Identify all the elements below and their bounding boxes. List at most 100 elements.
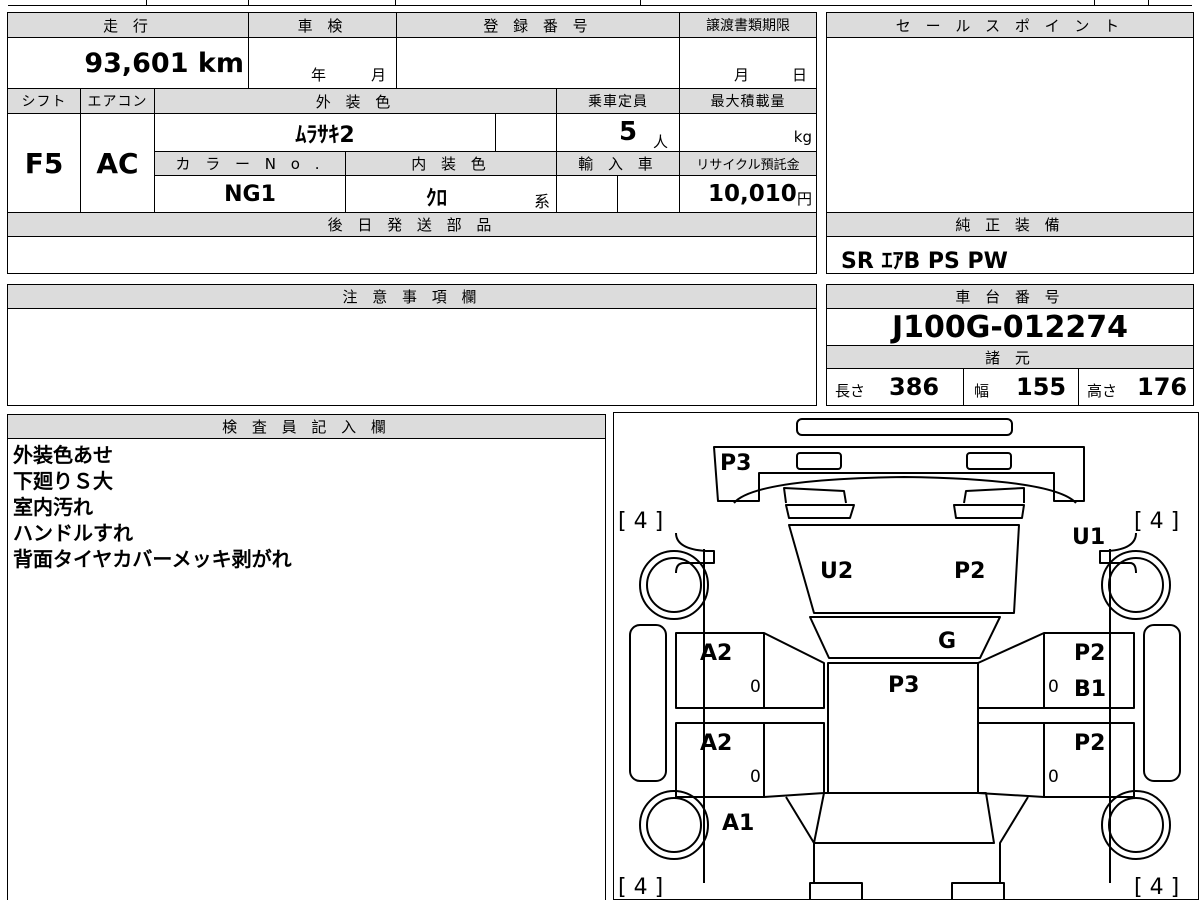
mark-left-rear-door: A2 xyxy=(700,641,733,666)
recycle-fee-value: 10,010 xyxy=(708,181,797,207)
color-no-value-cell: NG1 xyxy=(154,175,346,213)
mark-glass: G xyxy=(938,629,957,654)
exterior-color-value-cell: ﾑﾗｻｷ2 xyxy=(154,113,496,152)
right-rear-tire xyxy=(1101,550,1171,620)
recycle-fee-header: リサイクル預託金 xyxy=(679,151,817,176)
mark-right-rear-door-sub: 0 xyxy=(1048,677,1059,697)
mark-hood-center: P3 xyxy=(888,673,920,698)
top-cutoff-row xyxy=(8,0,1192,6)
max-load-unit: kg xyxy=(793,128,812,146)
tire-count-rear-left: [ 4 ] xyxy=(618,509,664,534)
ac-value: AC xyxy=(96,146,139,180)
import-value-cell-2 xyxy=(617,175,680,213)
inspector-notes-cell: 外装色あせ 下廻りＳ大 室内汚れ ハンドルすれ 背面タイヤカバーメッキ剥がれ xyxy=(7,438,606,900)
right-step-bar xyxy=(1143,624,1181,782)
chassis-number-value-cell: J100G-012274 xyxy=(826,308,1194,346)
tire-count-front-left: [ 4 ] xyxy=(618,875,664,900)
tire-count-rear-right: [ 4 ] xyxy=(1134,509,1180,534)
mark-right-rear-fender: U1 xyxy=(1072,525,1106,550)
max-load-value-cell: kg xyxy=(679,113,817,152)
interior-color-value: ｸﾛ xyxy=(426,186,447,210)
inspection-header: 車 検 xyxy=(248,12,397,38)
shift-header: シフト xyxy=(7,88,81,114)
import-value-cell-1 xyxy=(556,175,618,213)
transfer-month-unit: 月 xyxy=(734,66,750,84)
registration-value-cell xyxy=(396,37,680,89)
mileage-header: 走 行 xyxy=(7,12,249,38)
genuine-equipment-value: SR ｴｱB PS PW xyxy=(841,249,1008,274)
notes-value-cell xyxy=(7,308,817,406)
tire-count-front-right: [ 4 ] xyxy=(1134,875,1180,900)
rear-glass-right2 xyxy=(953,504,1025,519)
inspector-note: ハンドルすれ xyxy=(13,521,133,545)
vehicle-damage-diagram: [ 4 ] [ 4 ] [ 4 ] [ 4 ] P3 U2 P2 U1 G A2… xyxy=(613,412,1199,900)
front-lamp-right xyxy=(951,882,1005,899)
mark-roof-left: U2 xyxy=(820,559,854,584)
transfer-day-unit: 日 xyxy=(792,66,808,84)
inspection-year-unit: 年 xyxy=(311,66,327,84)
ac-header: エアコン xyxy=(80,88,155,114)
import-header: 輸 入 車 xyxy=(556,151,680,176)
chassis-number-value: J100G-012274 xyxy=(891,309,1129,345)
capacity-header: 乗車定員 xyxy=(556,88,680,114)
left-step-bar xyxy=(629,624,667,782)
mark-left-front-fender: A1 xyxy=(722,811,755,836)
color-no-value: NG1 xyxy=(224,181,276,207)
chassis-number-header: 車 台 番 号 xyxy=(826,284,1194,309)
shift-value-cell: F5 xyxy=(7,113,81,213)
sales-point-header: セ ー ル ス ポ イ ン ト xyxy=(826,12,1194,38)
exterior-color-header: 外 装 色 xyxy=(154,88,557,114)
mileage-value: 93,601 km xyxy=(84,48,244,79)
interior-color-value-cell: ｸﾛ 系 xyxy=(345,175,557,213)
inspector-header: 検 査 員 記 入 欄 xyxy=(7,414,606,439)
inspector-note: 外装色あせ xyxy=(13,443,113,467)
inspector-note: 下廻りＳ大 xyxy=(13,469,113,493)
rear-glass-right xyxy=(963,487,1025,504)
inspection-month-unit: 月 xyxy=(371,66,387,84)
interior-color-header: 内 装 色 xyxy=(345,151,557,176)
transfer-deadline-header: 譲渡書類期限 xyxy=(679,12,817,38)
genuine-equipment-header: 純 正 装 備 xyxy=(826,212,1194,237)
capacity-value-cell: 5 人 xyxy=(556,113,680,152)
capacity-value: 5 xyxy=(619,117,638,147)
spec-width-cell: 幅 155 xyxy=(963,368,1079,406)
rear-glass-left xyxy=(783,487,847,504)
front-lamp-left xyxy=(809,882,863,899)
shift-value: F5 xyxy=(24,146,64,180)
mark-left-front-door: A2 xyxy=(700,731,733,756)
front-body-outline xyxy=(813,792,995,844)
genuine-equipment-value-cell: SR ｴｱB PS PW xyxy=(826,236,1194,274)
spec-height-cell: 高さ 176 xyxy=(1078,368,1194,406)
later-parts-value-cell xyxy=(7,236,817,274)
spec-length-value: 386 xyxy=(889,373,940,401)
mark-right-front-door-sub: 0 xyxy=(1048,767,1059,787)
recycle-fee-unit: 円 xyxy=(796,190,812,208)
rear-lamp-left xyxy=(796,452,842,470)
interior-color-suffix: 系 xyxy=(534,192,551,211)
inspector-note: 室内汚れ xyxy=(13,495,93,519)
right-front-tire xyxy=(1101,790,1171,860)
mileage-value-cell: 93,601 km xyxy=(7,37,249,89)
sales-point-value-cell xyxy=(826,37,1194,213)
left-front-tire xyxy=(639,790,709,860)
later-parts-header: 後 日 発 送 部 品 xyxy=(7,212,817,237)
right-body-outline xyxy=(1099,532,1137,574)
inspector-notes-list: 外装色あせ 下廻りＳ大 室内汚れ ハンドルすれ 背面タイヤカバーメッキ剥がれ xyxy=(13,442,292,572)
spec-length-label: 長さ xyxy=(835,382,866,400)
color-no-header: カ ラ ー N o . xyxy=(154,151,346,176)
exterior-color-extra-cell xyxy=(495,113,557,152)
spec-width-value: 155 xyxy=(1016,373,1067,401)
notes-header: 注 意 事 項 欄 xyxy=(7,284,817,309)
spec-height-label: 高さ xyxy=(1087,382,1118,400)
capacity-unit: 人 xyxy=(653,133,669,151)
inspection-value-cell: 年 月 xyxy=(248,37,397,89)
mark-left-front-door-sub: 0 xyxy=(750,767,761,787)
left-rear-tire xyxy=(639,550,709,620)
exterior-color-value: ﾑﾗｻｷ2 xyxy=(295,122,355,148)
registration-header: 登 録 番 号 xyxy=(396,12,680,38)
rear-bumper-outline xyxy=(713,446,1085,502)
mark-right-rear-door-2: B1 xyxy=(1074,677,1107,702)
spec-width-label: 幅 xyxy=(974,382,990,400)
mark-roof-right: P2 xyxy=(954,559,986,584)
mark-left-rear-door-sub: 0 xyxy=(750,677,761,697)
